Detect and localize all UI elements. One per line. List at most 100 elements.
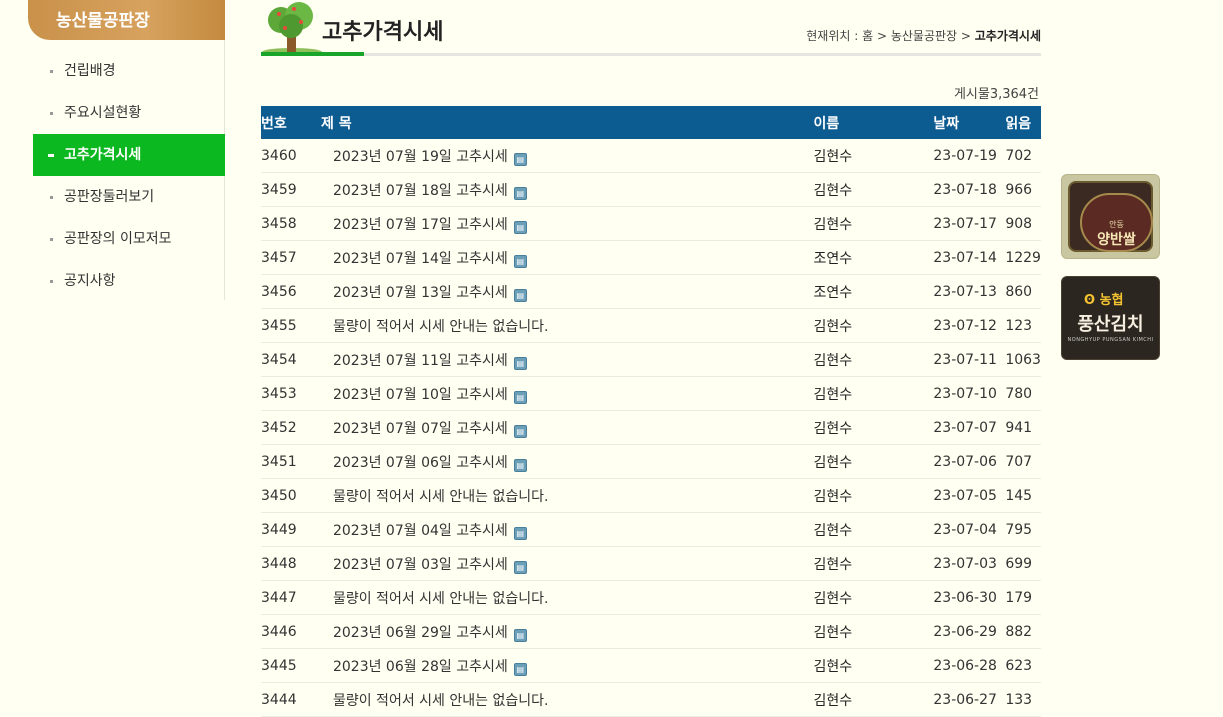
attachment-icon[interactable]: ▤	[513, 390, 527, 404]
post-count: 게시물3,364건	[953, 87, 1039, 102]
attachment-icon[interactable]: ▤	[513, 288, 527, 302]
row-title[interactable]: 2023년 07월 03일 고추시세	[321, 557, 508, 573]
row-title-cell: 물량이 적어서 시세 안내는 없습니다.	[320, 308, 814, 343]
row-title[interactable]: 2023년 07월 19일 고추시세	[321, 149, 508, 165]
sidebar-item-founding[interactable]: 건립배경	[33, 50, 225, 92]
sidebar-item-news[interactable]: 공판장의 이모저모	[33, 218, 225, 260]
row-views: 623	[1005, 657, 1033, 674]
row-number-cell: 3448	[261, 546, 321, 581]
attachment-icon[interactable]: ▤	[513, 186, 527, 200]
row-views-cell: 699	[1005, 546, 1041, 581]
row-date: 23-07-12	[933, 317, 997, 334]
row-date-cell: 23-07-10	[933, 376, 1006, 411]
rice-banner[interactable]: 안동 양반쌀	[1061, 174, 1160, 259]
row-author-cell: 김현수	[813, 308, 934, 343]
attachment-icon[interactable]: ▤	[513, 560, 527, 574]
row-date: 23-07-17	[933, 215, 997, 232]
row-number: 3460	[261, 147, 297, 164]
row-number-cell: 3452	[261, 410, 321, 445]
row-title[interactable]: 2023년 07월 11일 고추시세	[321, 353, 508, 369]
row-number: 3446	[261, 623, 297, 640]
row-number-cell: 3449	[261, 512, 321, 547]
row-author: 김현수	[813, 420, 853, 437]
attachment-icon[interactable]: ▤	[513, 424, 527, 438]
row-author: 김현수	[813, 352, 853, 369]
bullet-icon	[50, 196, 53, 199]
attachment-icon[interactable]: ▤	[513, 526, 527, 540]
row-views: 941	[1005, 419, 1033, 436]
row-views: 702	[1005, 147, 1033, 164]
row-title[interactable]: 2023년 07월 17일 고추시세	[321, 217, 508, 233]
rice-banner-frame: 안동 양반쌀	[1068, 181, 1153, 252]
attachment-icon[interactable]: ▤	[513, 254, 527, 268]
row-views: 1063	[1005, 351, 1041, 368]
col-num-header: 번호	[261, 106, 321, 139]
row-title[interactable]: 2023년 07월 07일 고추시세	[321, 421, 508, 437]
row-date-cell: 23-07-12	[933, 308, 1006, 343]
row-title[interactable]: 물량이 적어서 시세 안내는 없습니다.	[321, 591, 548, 607]
sidebar-item-label: 공지사항	[64, 273, 116, 289]
row-title[interactable]: 2023년 07월 14일 고추시세	[321, 251, 508, 267]
row-views-cell: 908	[1005, 206, 1041, 241]
row-number-cell: 3454	[261, 342, 321, 377]
rice-banner-emblem: 안동 양반쌀	[1080, 193, 1153, 252]
row-author: 김현수	[813, 692, 853, 709]
breadcrumb: 현재위치 : 홈 > 농산물공판장 > 고추가격시세	[806, 27, 1041, 44]
row-author: 김현수	[813, 590, 853, 607]
row-number: 3447	[261, 589, 297, 606]
row-author: 조연수	[813, 250, 853, 267]
row-number: 3454	[261, 351, 297, 368]
row-author-cell: 김현수	[813, 580, 934, 615]
row-author-cell: 조연수	[813, 240, 934, 275]
row-title-cell: 물량이 적어서 시세 안내는 없습니다.	[320, 580, 814, 615]
attachment-icon[interactable]: ▤	[513, 152, 527, 166]
row-title[interactable]: 2023년 06월 29일 고추시세	[321, 625, 508, 641]
row-number-cell: 3460	[261, 139, 321, 173]
row-views-cell: 966	[1005, 172, 1041, 207]
row-date-cell: 23-07-18	[933, 172, 1006, 207]
breadcrumb-path: 현재위치 : 홈 > 농산물공판장 >	[806, 29, 975, 43]
row-title[interactable]: 2023년 07월 06일 고추시세	[321, 455, 508, 471]
header-rule	[261, 53, 1041, 56]
row-date: 23-07-07	[933, 419, 997, 436]
sidebar-item-notices[interactable]: 공지사항	[33, 260, 225, 302]
attachment-icon[interactable]: ▤	[513, 662, 527, 676]
sidebar-item-facilities[interactable]: 주요시설현황	[33, 92, 225, 134]
nonghyup-logo: ʘ 농협	[1084, 293, 1124, 308]
table-row: 3450 물량이 적어서 시세 안내는 없습니다. 김현수 23-07-05 145	[261, 478, 1041, 513]
row-title[interactable]: 2023년 07월 04일 고추시세	[321, 523, 508, 539]
row-title-cell: 2023년 07월 10일 고추시세 ▤	[320, 376, 814, 411]
row-title[interactable]: 2023년 07월 18일 고추시세	[321, 183, 508, 199]
row-author-cell: 김현수	[813, 342, 934, 377]
row-views-cell: 941	[1005, 410, 1041, 445]
row-views: 882	[1005, 623, 1033, 640]
breadcrumb-current: 고추가격시세	[974, 29, 1041, 43]
attachment-icon[interactable]: ▤	[513, 356, 527, 370]
row-date: 23-07-04	[933, 521, 997, 538]
row-title[interactable]: 2023년 07월 13일 고추시세	[321, 285, 508, 301]
row-title[interactable]: 물량이 적어서 시세 안내는 없습니다.	[321, 319, 548, 335]
bullet-icon	[50, 238, 53, 241]
row-views: 908	[1005, 215, 1033, 232]
row-author: 김현수	[813, 216, 853, 233]
row-number: 3458	[261, 215, 297, 232]
row-date: 23-07-14	[933, 249, 997, 266]
bullet-icon	[50, 70, 53, 73]
row-number-cell: 3451	[261, 444, 321, 479]
table-row: 3456 2023년 07월 13일 고추시세 ▤ 조연수 23-07-13 860	[261, 274, 1041, 309]
sidebar-item-tour[interactable]: 공판장둘러보기	[33, 176, 225, 218]
row-title[interactable]: 2023년 06월 28일 고추시세	[321, 659, 508, 675]
sidebar-item-pepper-prices[interactable]: 고추가격시세	[33, 134, 225, 176]
row-number-cell: 3459	[261, 172, 321, 207]
row-author-cell: 김현수	[813, 172, 934, 207]
row-date-cell: 23-07-06	[933, 444, 1006, 479]
row-title[interactable]: 물량이 적어서 시세 안내는 없습니다.	[321, 693, 548, 709]
row-title[interactable]: 물량이 적어서 시세 안내는 없습니다.	[321, 489, 548, 505]
attachment-icon[interactable]: ▤	[513, 220, 527, 234]
kimchi-banner-name: 풍산김치	[1077, 314, 1144, 335]
kimchi-banner[interactable]: ʘ 농협 풍산김치 NONGHYUP PUNGSAN KIMCHI	[1061, 276, 1160, 360]
row-author: 김현수	[813, 386, 853, 403]
attachment-icon[interactable]: ▤	[513, 458, 527, 472]
row-title[interactable]: 2023년 07월 10일 고추시세	[321, 387, 508, 403]
attachment-icon[interactable]: ▤	[513, 628, 527, 642]
